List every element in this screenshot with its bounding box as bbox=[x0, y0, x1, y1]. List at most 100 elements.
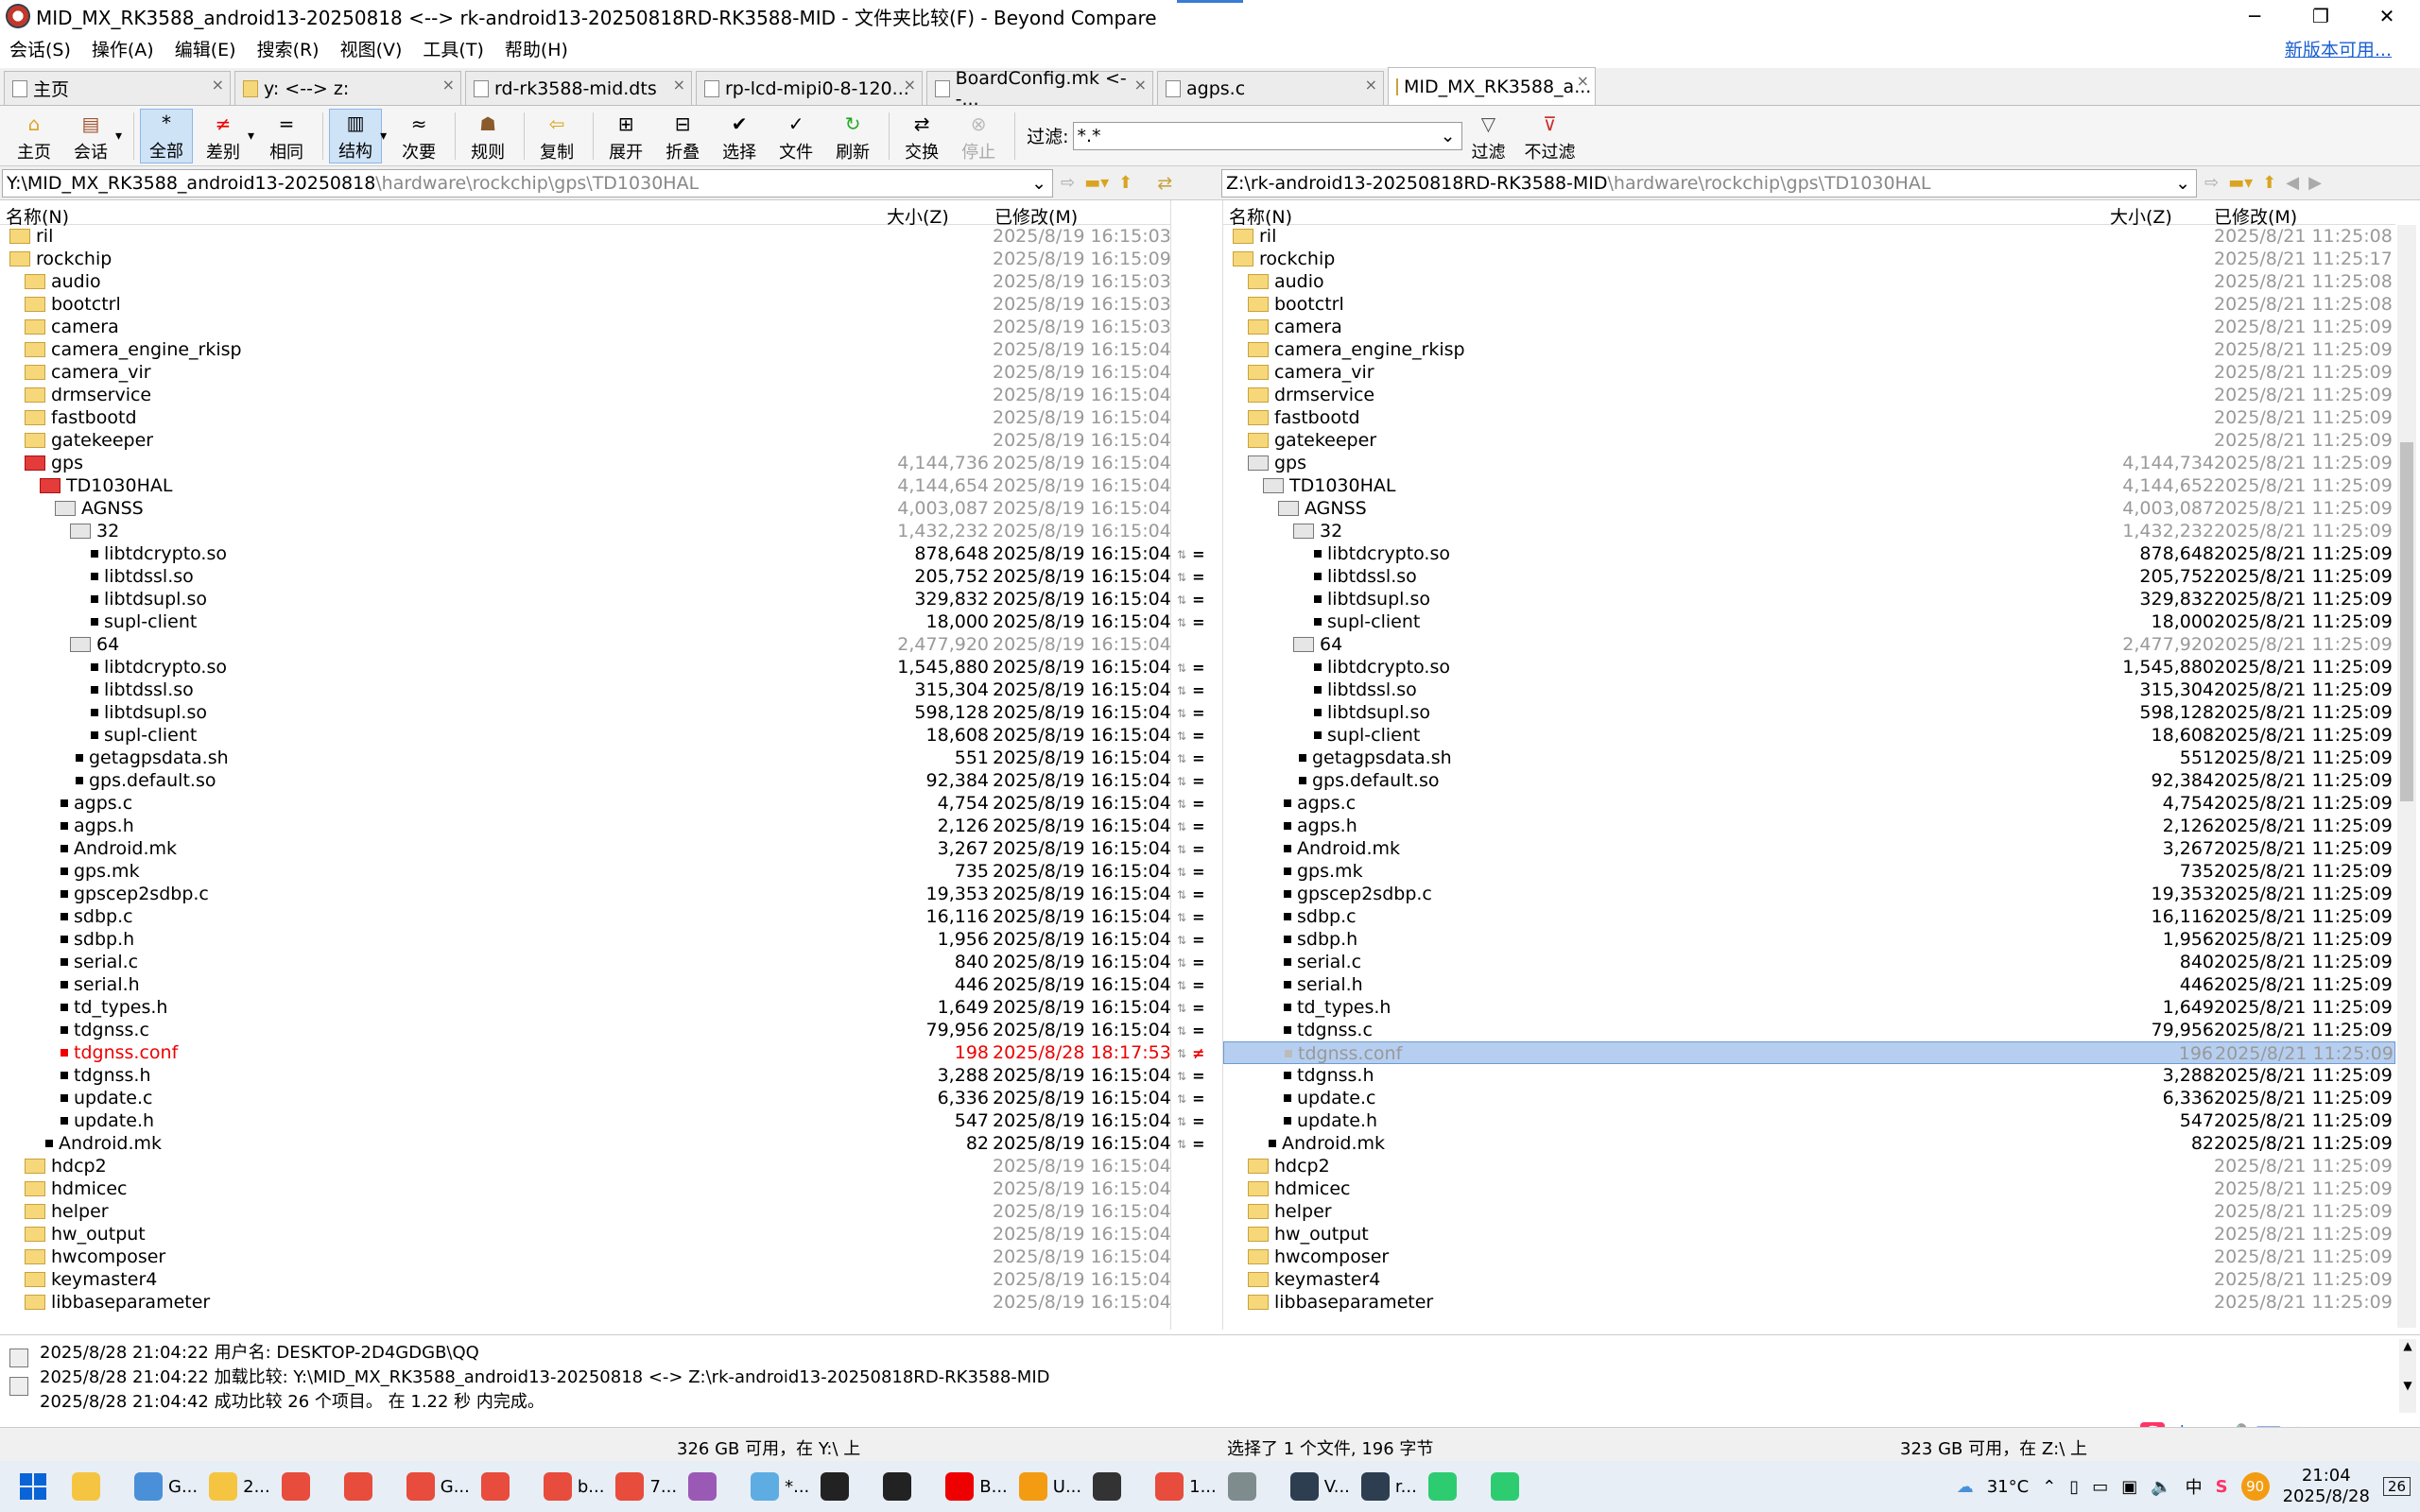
file-row[interactable]: libtdssl.so 205,752 2025/8/21 11:25:09 bbox=[1223, 565, 2395, 588]
file-row[interactable]: sdbp.c 16,116 2025/8/21 11:25:09 bbox=[1223, 905, 2395, 928]
file-row[interactable]: supl-client 18,608 2025/8/19 16:15:04 bbox=[0, 724, 1170, 747]
equal-marker[interactable]: ⇅ = bbox=[1177, 885, 1204, 903]
ime-indicator[interactable]: 中 bbox=[2186, 1474, 2203, 1499]
equal-marker[interactable]: ⇅ = bbox=[1177, 568, 1204, 586]
file-row[interactable]: hdcp2 2025/8/21 11:25:09 bbox=[1223, 1155, 2395, 1177]
file-row[interactable]: 64 2,477,920 2025/8/19 16:15:04 bbox=[0, 633, 1170, 656]
close-tab-icon[interactable]: × bbox=[673, 76, 685, 94]
toolbar-copy-button[interactable]: ⇦ 复制 bbox=[530, 109, 583, 163]
file-row[interactable]: agps.c 4,754 2025/8/19 16:15:04 bbox=[0, 792, 1170, 815]
file-row[interactable]: update.c 6,336 2025/8/21 11:25:09 bbox=[1223, 1087, 2395, 1109]
menu-tools[interactable]: 工具(T) bbox=[423, 36, 483, 61]
history-icon[interactable]: ⇨ bbox=[1061, 173, 1075, 193]
tab-1[interactable]: y: <--> z: × bbox=[234, 71, 461, 105]
taskbar-app[interactable] bbox=[683, 1461, 745, 1512]
file-row[interactable]: Android.mk 82 2025/8/19 16:15:04 bbox=[0, 1132, 1170, 1155]
close-tab-icon[interactable]: × bbox=[1365, 76, 1377, 94]
file-row[interactable]: rockchip 2025/8/21 11:25:17 bbox=[1223, 248, 2395, 270]
file-row[interactable]: hwcomposer 2025/8/19 16:15:04 bbox=[0, 1246, 1170, 1268]
file-row[interactable]: sdbp.c 16,116 2025/8/19 16:15:04 bbox=[0, 905, 1170, 928]
back-icon[interactable]: ◀ bbox=[2286, 173, 2299, 193]
tab-6[interactable]: MID_MX_RK3588_a... × bbox=[1388, 67, 1596, 105]
tab-5[interactable]: agps.c × bbox=[1157, 71, 1384, 105]
equal-marker[interactable]: ⇅ = bbox=[1177, 863, 1204, 881]
file-row[interactable]: 32 1,432,232 2025/8/19 16:15:04 bbox=[0, 520, 1170, 542]
log-save-icon[interactable] bbox=[9, 1377, 28, 1396]
taskbar-app[interactable]: V... bbox=[1285, 1461, 1356, 1512]
update-badge[interactable]: 90 bbox=[2240, 1472, 2270, 1501]
file-row[interactable]: camera_engine_rkisp 2025/8/21 11:25:09 bbox=[1223, 338, 2395, 361]
chevron-down-icon[interactable]: ⌄ bbox=[1031, 173, 1046, 194]
toolbar-diff-button[interactable]: ≠ 差别 bbox=[197, 109, 250, 163]
taskbar-app[interactable] bbox=[475, 1461, 538, 1512]
taskbar-app[interactable]: r... bbox=[1356, 1461, 1423, 1512]
taskbar-app[interactable] bbox=[66, 1461, 129, 1512]
file-row[interactable]: libtdsupl.so 329,832 2025/8/21 11:25:09 bbox=[1223, 588, 2395, 610]
close-tab-icon[interactable]: × bbox=[1577, 72, 1589, 90]
file-row[interactable]: 32 1,432,232 2025/8/21 11:25:09 bbox=[1223, 520, 2395, 542]
file-row[interactable]: serial.h 446 2025/8/19 16:15:04 bbox=[0, 973, 1170, 996]
close-tab-icon[interactable]: × bbox=[442, 76, 455, 94]
toolbar-files-button[interactable]: ✓ 文件 bbox=[769, 109, 822, 163]
log-scrollbar[interactable]: ▲ ▼ bbox=[2399, 1339, 2416, 1413]
taskbar-app[interactable]: 1... bbox=[1150, 1461, 1222, 1512]
history-icon[interactable]: ⇨ bbox=[2204, 173, 2219, 193]
file-row[interactable]: td_types.h 1,649 2025/8/19 16:15:04 bbox=[0, 996, 1170, 1019]
file-row[interactable]: fastbootd 2025/8/21 11:25:09 bbox=[1223, 406, 2395, 429]
file-row[interactable]: camera 2025/8/19 16:15:03 bbox=[0, 316, 1170, 338]
maximize-button[interactable]: ❐ bbox=[2288, 0, 2354, 32]
equal-marker[interactable]: ⇅ = bbox=[1177, 591, 1204, 609]
file-row[interactable]: agps.h 2,126 2025/8/21 11:25:09 bbox=[1223, 815, 2395, 837]
minimize-button[interactable]: ─ bbox=[2221, 0, 2288, 32]
file-row[interactable]: camera_vir 2025/8/21 11:25:09 bbox=[1223, 361, 2395, 384]
toolbar-swap-button[interactable]: ⇄ 交换 bbox=[895, 109, 948, 163]
taskbar-app[interactable] bbox=[1222, 1461, 1285, 1512]
start-button[interactable] bbox=[0, 1461, 66, 1512]
file-row[interactable]: gps.default.so 92,384 2025/8/19 16:15:04 bbox=[0, 769, 1170, 792]
file-row[interactable]: agps.c 4,754 2025/8/21 11:25:09 bbox=[1223, 792, 2395, 815]
different-marker[interactable]: ⇅ ≠ bbox=[1177, 1044, 1204, 1062]
swap-sides-icon[interactable]: ⇄ bbox=[1157, 173, 1172, 194]
nofilter-button[interactable]: ⊽ 不过滤 bbox=[1519, 109, 1582, 163]
equal-marker[interactable]: ⇅ = bbox=[1177, 545, 1204, 563]
file-row[interactable]: libtdcrypto.so 878,648 2025/8/21 11:25:09 bbox=[1223, 542, 2395, 565]
equal-marker[interactable]: ⇅ = bbox=[1177, 954, 1204, 971]
file-row[interactable]: Android.mk 82 2025/8/21 11:25:09 bbox=[1223, 1132, 2395, 1155]
file-row[interactable]: hw_output 2025/8/19 16:15:04 bbox=[0, 1223, 1170, 1246]
volume-icon[interactable]: 🔈 bbox=[2151, 1477, 2171, 1497]
file-row[interactable]: AGNSS 4,003,087 2025/8/21 11:25:09 bbox=[1223, 497, 2395, 520]
file-row[interactable]: keymaster4 2025/8/19 16:15:04 bbox=[0, 1268, 1170, 1291]
file-row[interactable]: libtdcrypto.so 1,545,880 2025/8/19 16:15:0… bbox=[0, 656, 1170, 679]
file-row[interactable]: serial.c 840 2025/8/21 11:25:09 bbox=[1223, 951, 2395, 973]
equal-marker[interactable]: ⇅ = bbox=[1177, 908, 1204, 926]
scrollbar-thumb[interactable] bbox=[2400, 442, 2413, 801]
toolbar-collapse-button[interactable]: ⊟ 折叠 bbox=[656, 109, 709, 163]
equal-marker[interactable]: ⇅ = bbox=[1177, 1090, 1204, 1108]
file-row[interactable]: gps 4,144,734 2025/8/21 11:25:09 bbox=[1223, 452, 2395, 474]
toolbar-all-button[interactable]: * 全部 bbox=[140, 108, 194, 163]
equal-marker[interactable]: ⇅ = bbox=[1177, 772, 1204, 790]
file-row[interactable]: camera_engine_rkisp 2025/8/19 16:15:04 bbox=[0, 338, 1170, 361]
toolbar-home-button[interactable]: ⌂ 主页 bbox=[8, 109, 60, 163]
toolbar-structure-button[interactable]: ▥ 结构 bbox=[329, 108, 383, 163]
file-row[interactable]: libtdssl.so 205,752 2025/8/19 16:15:04 bbox=[0, 565, 1170, 588]
taskbar-app[interactable]: b... bbox=[538, 1461, 611, 1512]
file-row[interactable]: gatekeeper 2025/8/19 16:15:04 bbox=[0, 429, 1170, 452]
close-tab-icon[interactable]: × bbox=[1134, 76, 1147, 94]
filter-input[interactable]: *.* ⌄ bbox=[1072, 121, 1462, 150]
equal-marker[interactable]: ⇅ = bbox=[1177, 931, 1204, 949]
file-row[interactable]: audio 2025/8/21 11:25:08 bbox=[1223, 270, 2395, 293]
usb-icon[interactable]: ▯ bbox=[2069, 1477, 2079, 1497]
right-pane[interactable]: 名称(N) 大小(Z) 已修改(M) ril 2025/8/21 11:25:08… bbox=[1223, 200, 2395, 1330]
weather-icon[interactable]: ☁ bbox=[1957, 1477, 1974, 1497]
file-row[interactable]: getagpsdata.sh 551 2025/8/19 16:15:04 bbox=[0, 747, 1170, 769]
file-row[interactable]: ril 2025/8/21 11:25:08 bbox=[1223, 225, 2395, 248]
equal-marker[interactable]: ⇅ = bbox=[1177, 1135, 1204, 1153]
taskbar-app[interactable]: B... bbox=[940, 1461, 1013, 1512]
file-row[interactable]: tdgnss.c 79,956 2025/8/21 11:25:09 bbox=[1223, 1019, 2395, 1041]
taskbar-app[interactable]: G... bbox=[401, 1461, 475, 1512]
taskbar-app[interactable] bbox=[1423, 1461, 1485, 1512]
file-row[interactable]: AGNSS 4,003,087 2025/8/19 16:15:04 bbox=[0, 497, 1170, 520]
file-row[interactable]: libtdssl.so 315,304 2025/8/19 16:15:04 bbox=[0, 679, 1170, 701]
menu-view[interactable]: 视图(V) bbox=[340, 36, 403, 61]
